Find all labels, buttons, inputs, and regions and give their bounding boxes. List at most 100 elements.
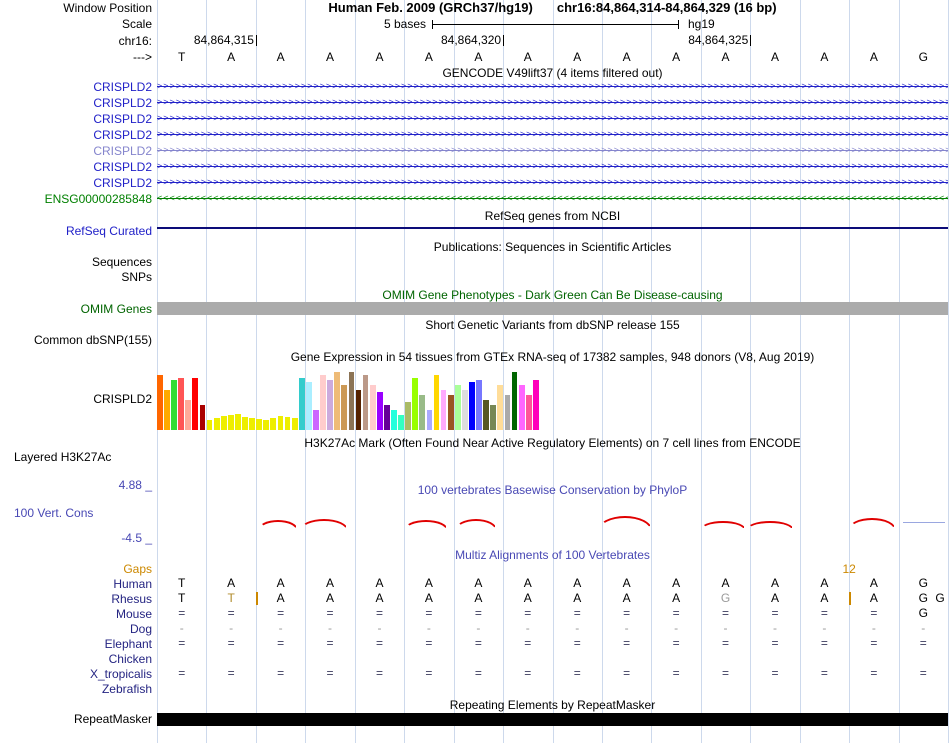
alignment-token: A: [523, 591, 532, 605]
insertion-tick: [849, 592, 852, 605]
species-label[interactable]: Rhesus: [111, 591, 152, 607]
alignment-token: A: [424, 576, 433, 590]
alignment-token: -: [278, 621, 283, 635]
alignment-token: -: [871, 621, 876, 635]
alignment-token: =: [820, 636, 828, 650]
alignment-token: A: [622, 576, 631, 590]
alignment-token: =: [771, 666, 779, 680]
alignment-token: =: [326, 666, 334, 680]
alignment-token: =: [277, 606, 285, 620]
alignment-token: =: [524, 606, 532, 620]
species-label[interactable]: Dog: [130, 621, 152, 637]
alignment-token: A: [375, 576, 384, 590]
alignment-token: A: [869, 576, 878, 590]
alignment-token: =: [178, 606, 186, 620]
alignment-token: =: [870, 606, 878, 620]
alignment-token: -: [674, 621, 679, 635]
alignment-token: =: [326, 636, 334, 650]
insertion-tick: [255, 592, 258, 605]
alignment-token: G: [720, 591, 731, 605]
alignment-token: A: [276, 576, 285, 590]
alignment-token: A: [622, 591, 631, 605]
alignment-token: =: [425, 666, 433, 680]
alignment-token: T: [227, 591, 235, 605]
alignment-token: =: [524, 666, 532, 680]
alignment-token: A: [474, 576, 483, 590]
alignment-token: =: [722, 606, 730, 620]
alignment-token: -: [377, 621, 382, 635]
alignment-token: =: [870, 636, 878, 650]
ucsc-genome-browser-view: Window Position Human Feb. 2009 (GRCh37/…: [0, 0, 950, 743]
alignment-token: -: [426, 621, 431, 635]
alignment-token: =: [425, 636, 433, 650]
alignment-token: A: [276, 591, 285, 605]
alignment-token: =: [672, 636, 680, 650]
alignment-token: -: [525, 621, 530, 635]
alignment-token: =: [771, 636, 779, 650]
alignment-token: A: [820, 576, 829, 590]
alignment-token: -: [328, 621, 333, 635]
alignment-token: =: [573, 636, 581, 650]
alignment-token: A: [227, 576, 236, 590]
alignment-token: =: [227, 636, 235, 650]
alignment-token: A: [326, 576, 335, 590]
alignment-token: A: [672, 591, 681, 605]
alignment-token: =: [573, 606, 581, 620]
species-label[interactable]: Mouse: [116, 606, 152, 622]
alignment-token: -: [179, 621, 184, 635]
alignment-token: =: [722, 666, 730, 680]
alignment-token: A: [770, 576, 779, 590]
alignment-token: =: [277, 666, 285, 680]
alignment-token: =: [573, 666, 581, 680]
alignment-token: =: [178, 666, 186, 680]
alignment-token: =: [277, 636, 285, 650]
alignment-token: A: [820, 591, 829, 605]
alignment-token: =: [474, 606, 482, 620]
alignment-token: A: [721, 576, 730, 590]
alignment-token: A: [770, 591, 779, 605]
alignment-token: -: [723, 621, 728, 635]
alignment-token: =: [672, 606, 680, 620]
alignment-token: A: [424, 591, 433, 605]
alignment-token: =: [375, 666, 383, 680]
alignment-token: T: [178, 576, 186, 590]
species-label[interactable]: Chicken: [109, 651, 152, 667]
alignment-token: -: [822, 621, 827, 635]
species-label[interactable]: Zebrafish: [102, 681, 152, 697]
alignment-token: -: [624, 621, 629, 635]
alignment-token: A: [474, 591, 483, 605]
alignment-token: =: [672, 666, 680, 680]
alignment-token: A: [672, 576, 681, 590]
species-label[interactable]: X_tropicalis: [90, 666, 152, 682]
species-label[interactable]: Elephant: [105, 636, 152, 652]
multiz-alignment-track[interactable]: Human T A A A A A A A A A A A A A A G Rhesus T T A A A A A A A A A G A…: [0, 0, 950, 743]
alignment-token: =: [870, 666, 878, 680]
alignment-token: G: [918, 606, 928, 620]
alignment-token: A: [375, 591, 384, 605]
alignment-token: -: [476, 621, 481, 635]
alignment-token: =: [375, 636, 383, 650]
alignment-token: =: [722, 636, 730, 650]
alignment-token: A: [573, 576, 582, 590]
alignment-token: =: [820, 606, 828, 620]
alignment-token: -: [229, 621, 234, 635]
repeatmasker-bar[interactable]: [157, 713, 948, 726]
alignment-token: =: [178, 636, 186, 650]
alignment-token: =: [919, 636, 927, 650]
alignment-token: T: [178, 591, 186, 605]
species-label[interactable]: Human: [113, 576, 152, 592]
repeatmasker-label[interactable]: RepeatMasker: [74, 711, 152, 727]
alignment-token: =: [820, 666, 828, 680]
alignment-token: A: [523, 576, 532, 590]
alignment-token: =: [524, 636, 532, 650]
repeatmasker-track-header: Repeating Elements by RepeatMasker: [449, 698, 656, 712]
alignment-token: -: [772, 621, 777, 635]
alignment-token: G: [935, 591, 945, 605]
insertion-count: 12: [842, 562, 856, 576]
alignment-token: =: [623, 636, 631, 650]
alignment-token: =: [919, 666, 927, 680]
alignment-token: =: [227, 606, 235, 620]
alignment-token: =: [623, 606, 631, 620]
alignment-token: =: [474, 666, 482, 680]
alignment-token: =: [474, 636, 482, 650]
